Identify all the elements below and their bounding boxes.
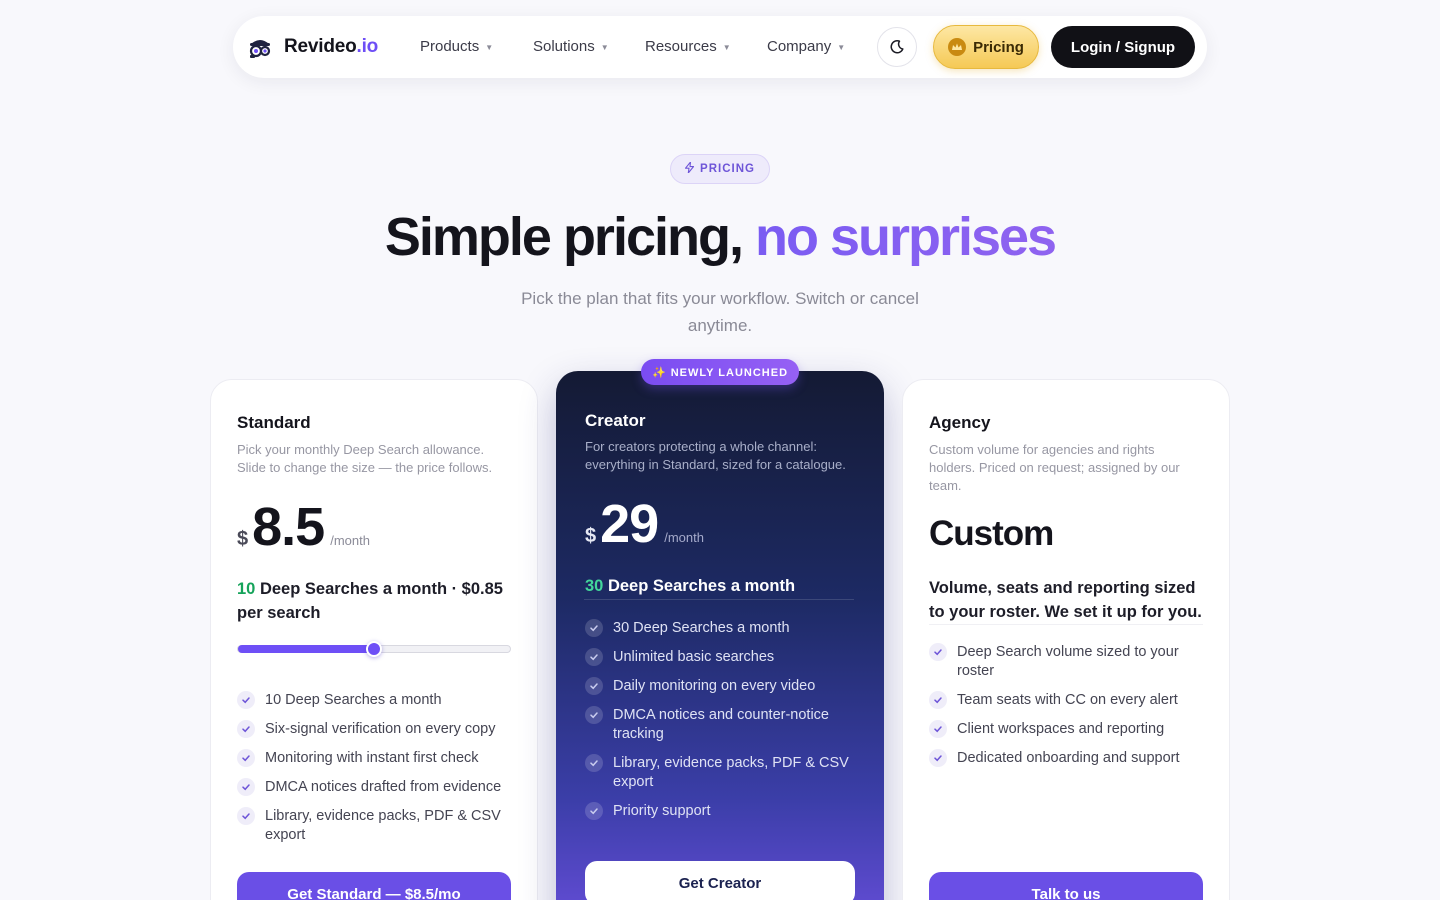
chevron-down-icon: ▼ (722, 43, 731, 52)
feature-list: 10 Deep Searches a month Six-signal veri… (237, 691, 517, 855)
list-item: Unlimited basic searches (585, 648, 865, 667)
check-icon (237, 720, 255, 738)
nav-company[interactable]: Company ▼ (767, 38, 845, 55)
slider-handle[interactable] (366, 641, 382, 657)
list-item: DMCA notices and counter-notice tracking (585, 706, 865, 744)
list-item: Library, evidence packs, PDF & CSV expor… (585, 754, 865, 792)
talk-to-us-button[interactable]: Talk to us (929, 872, 1203, 900)
theme-toggle-button[interactable] (877, 27, 917, 67)
feature-list: 30 Deep Searches a month Unlimited basic… (585, 619, 865, 831)
slider-fill (238, 645, 374, 653)
check-icon (237, 778, 255, 796)
brand-logo[interactable]: Revideo.io (247, 34, 378, 60)
divider (929, 624, 1203, 625)
plan-card-creator: Creator For creators protecting a whole … (556, 371, 884, 900)
brand-name: Revideo.io (284, 36, 379, 57)
detective-mascot-icon (247, 34, 273, 60)
list-item: Client workspaces and reporting (929, 720, 1209, 739)
top-navigation: Revideo.io Products ▼ Solutions ▼ Resource… (233, 16, 1207, 78)
crown-icon (948, 38, 967, 56)
plan-name: Standard (237, 413, 311, 432)
list-item: Monitoring with instant first check (237, 749, 517, 768)
divider (584, 599, 854, 600)
plan-allowance: 30 Deep Searches a month (585, 577, 796, 595)
pricing-button[interactable]: Pricing (933, 25, 1039, 69)
check-icon (237, 691, 255, 709)
plan-price: $ 8.5 /month (237, 497, 370, 557)
get-creator-button[interactable]: Get Creator (585, 861, 855, 900)
deep-search-slider[interactable] (237, 641, 511, 657)
page-subtitle: Pick the plan that fits your workflow. S… (521, 289, 919, 335)
plan-description: Custom volume for agencies and rights ho… (929, 442, 1180, 493)
check-icon (929, 643, 947, 661)
check-icon (237, 807, 255, 825)
plan-allowance: 10 Deep Searches a month · $0.85 per sea… (237, 580, 503, 622)
moon-icon (890, 40, 904, 54)
plan-name: Creator (585, 411, 646, 430)
bolt-icon (684, 161, 695, 176)
list-item: Library, evidence packs, PDF & CSV expor… (237, 807, 517, 845)
newly-launched-badge: ✨ NEWLY LAUNCHED (641, 359, 799, 385)
pricing-section-badge: PRICING (670, 154, 770, 184)
list-item: Six-signal verification on every copy (237, 720, 517, 739)
check-icon (585, 648, 603, 666)
feature-list: Deep Search volume sized to your roster … (929, 643, 1209, 778)
plan-description: Pick your monthly Deep Search allowance.… (237, 442, 493, 475)
list-item: Deep Search volume sized to your roster (929, 643, 1209, 681)
chevron-down-icon: ▼ (837, 43, 846, 52)
check-icon (929, 691, 947, 709)
plan-description: For creators protecting a whole channel:… (585, 439, 846, 472)
list-item: 10 Deep Searches a month (237, 691, 517, 710)
plan-allowance: Volume, seats and reporting sized to you… (929, 579, 1202, 621)
nav-products[interactable]: Products ▼ (420, 38, 493, 55)
check-icon (585, 619, 603, 637)
nav-solutions[interactable]: Solutions ▼ (533, 38, 609, 55)
page-title: Simple pricing, no surprises (384, 207, 1057, 267)
check-icon (929, 720, 947, 738)
plan-price: $ 29 /month (585, 494, 704, 554)
plan-card-standard: Standard Pick your monthly Deep Search a… (210, 379, 538, 900)
check-icon (585, 706, 603, 724)
list-item: Priority support (585, 802, 865, 821)
plan-name: Agency (929, 413, 991, 432)
login-signup-button[interactable]: Login / Signup (1051, 26, 1195, 68)
plan-card-agency: Agency Custom volume for agencies and ri… (902, 379, 1230, 900)
get-standard-button[interactable]: Get Standard — $8.5/mo (237, 872, 511, 900)
chevron-down-icon: ▼ (485, 43, 494, 52)
plan-price: Custom (929, 514, 1054, 553)
list-item: Team seats with CC on every alert (929, 691, 1209, 710)
check-icon (585, 754, 603, 772)
nav-resources[interactable]: Resources ▼ (645, 38, 731, 55)
check-icon (585, 677, 603, 695)
chevron-down-icon: ▼ (600, 43, 609, 52)
check-icon (929, 749, 947, 767)
list-item: Daily monitoring on every video (585, 677, 865, 696)
list-item: Dedicated onboarding and support (929, 749, 1209, 768)
check-icon (237, 749, 255, 767)
list-item: DMCA notices drafted from evidence (237, 778, 517, 797)
check-icon (585, 802, 603, 820)
list-item: 30 Deep Searches a month (585, 619, 865, 638)
